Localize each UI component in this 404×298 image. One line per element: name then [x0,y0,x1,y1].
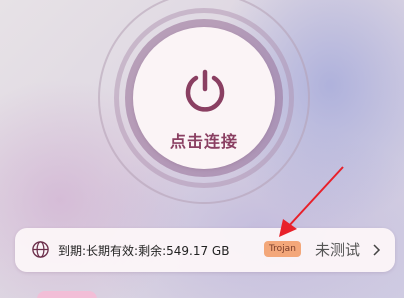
connect-button[interactable]: 点击连接 [133,27,275,169]
latency-test-status[interactable]: 未测试 [315,239,360,260]
app-window: 点击连接 到期:长期有效:剩余:549.17 GB Trojan 未测试 [0,0,404,298]
bottom-tab[interactable] [37,291,97,298]
server-selector[interactable]: 到期:长期有效:剩余:549.17 GB Trojan 未测试 [15,228,395,272]
server-info-text: 到期:长期有效:剩余:549.17 GB [58,244,230,258]
connect-label: 点击连接 [169,132,238,151]
chevron-right-icon [373,244,381,256]
power-icon [185,69,225,112]
protocol-badge: Trojan [264,241,301,257]
globe-icon [32,241,49,258]
